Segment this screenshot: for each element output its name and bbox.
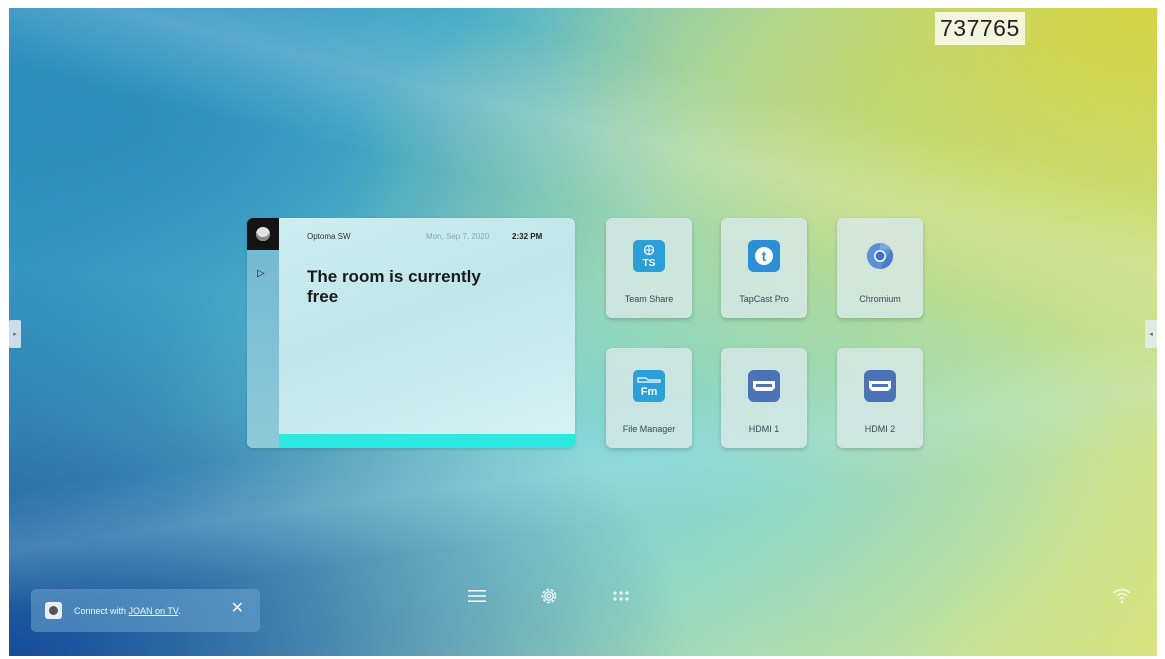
wallpaper-streak [9,8,1157,398]
room-status-widget[interactable]: ▷ Optoma SW Mon, Sep 7, 2020 2:32 PM The… [247,218,575,448]
notification-prefix: Connect with [74,605,129,616]
wifi-icon[interactable] [1111,585,1133,607]
file-manager-icon: Fm [633,370,665,402]
connect-notification[interactable]: Connect with JOAN on TV. ✕ [31,589,260,632]
close-icon[interactable]: ✕ [231,601,244,617]
organization-name: Optoma SW [307,232,351,241]
settings-button[interactable] [537,584,561,608]
joan-logo-icon [247,218,279,250]
screen-code: 737765 [935,12,1025,45]
app-label: TapCast Pro [739,294,789,304]
menu-button[interactable] [465,584,489,608]
joan-on-tv-link[interactable]: JOAN on TV [129,606,179,616]
tapcast-glyph: t [762,248,767,264]
team-share-glyph: TS [643,258,656,268]
play-icon[interactable]: ▷ [257,268,265,279]
app-label: HDMI 2 [864,424,896,434]
joan-logo-icon [45,602,62,619]
app-tile-chromium[interactable]: Chromium [837,218,923,318]
apps-button[interactable] [609,584,633,608]
notification-text: Connect with JOAN on TV. [74,606,181,616]
app-label: File Manager [622,424,676,434]
app-tile-tapcast-pro[interactable]: t TapCast Pro [721,218,807,318]
status-accent-bar [279,434,575,448]
left-edge-handle[interactable]: ▸ [9,320,21,348]
app-tile-hdmi-2[interactable]: HDMI 2 [837,348,923,448]
apps-grid-icon [613,591,629,601]
widget-date: Mon, Sep 7, 2020 [426,232,490,241]
app-tile-file-manager[interactable]: Fm File Manager [606,348,692,448]
app-tile-team-share[interactable]: TS Team Share [606,218,692,318]
app-label: Team Share [624,294,674,304]
settings-icon [541,588,557,604]
hdmi-icon [864,370,896,402]
app-label: HDMI 1 [748,424,780,434]
home-screen: 737765 ▸ ◂ ▷ Optoma SW Mon, Sep 7, 2020 … [9,8,1157,656]
notification-suffix: . [178,605,181,616]
hdmi-icon [748,370,780,402]
file-manager-glyph: Fm [641,386,658,398]
chromium-icon [864,240,896,272]
menu-icon [468,590,486,602]
team-share-icon: TS [633,240,665,272]
widget-sidebar [247,218,279,448]
app-label: Chromium [859,294,901,304]
tapcast-icon: t [748,240,780,272]
widget-time: 2:32 PM [512,232,543,241]
right-edge-handle[interactable]: ◂ [1145,320,1157,348]
app-tile-hdmi-1[interactable]: HDMI 1 [721,348,807,448]
room-status-text: The room is currently free [307,267,481,306]
